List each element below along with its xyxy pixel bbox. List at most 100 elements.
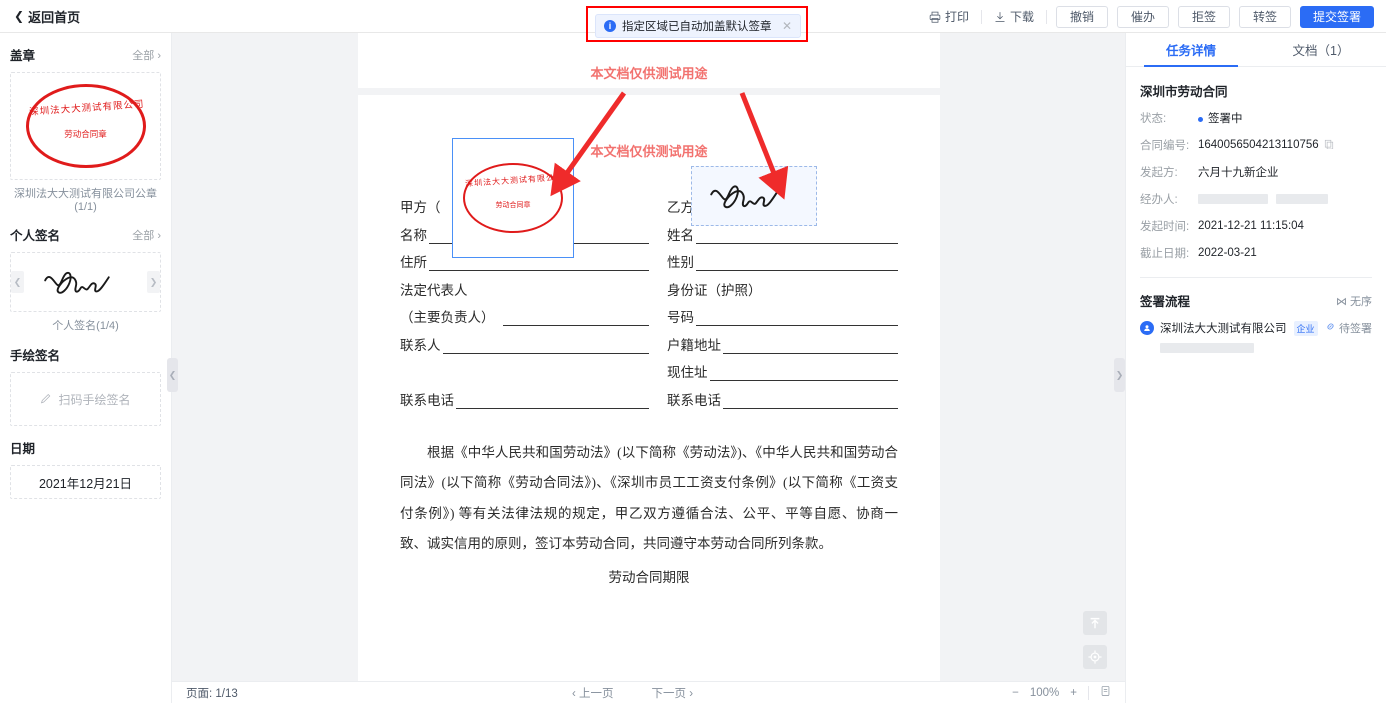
collapse-sidebar-handle[interactable]: ❮ xyxy=(167,358,178,392)
personal-signature-card[interactable]: ❮ ❯ xyxy=(10,252,161,312)
page-navigation: ‹ 上一页 下一页 › xyxy=(572,685,693,701)
link-glyph xyxy=(1326,323,1334,330)
chevron-left-icon: ❮ xyxy=(14,9,25,23)
document-page: 本文档仅供测试用途 甲方（ 深圳法大大测试有限公司 劳动合同章 名称 住所 法定… xyxy=(358,95,940,681)
page-label: 页面: xyxy=(186,687,213,700)
back-to-home-button[interactable]: ❮ 返回首页 xyxy=(14,7,80,26)
field-party-a-phone: 联系电话 xyxy=(400,389,649,409)
revoke-button[interactable]: 撤销 xyxy=(1055,5,1108,28)
detail-key: 发起方: xyxy=(1140,167,1178,179)
detail-status: 状态: 签署中 xyxy=(1140,110,1386,126)
field-line xyxy=(696,230,898,244)
party-b-column: 乙方(员工) 姓名 性别 身份证（护照） xyxy=(649,166,898,416)
collapse-right-panel-handle[interactable]: ❯ xyxy=(1114,358,1125,392)
detail-key: 经办人: xyxy=(1140,194,1178,206)
detail-deadline: 截止日期: 2022-03-21 xyxy=(1140,245,1386,261)
seal-view-all-label: 全部 xyxy=(132,49,155,62)
sign-flow-title: 签署流程 xyxy=(1140,295,1191,309)
tab-task-detail[interactable]: 任务详情 xyxy=(1126,33,1256,67)
seal-section-title: 盖章 xyxy=(10,49,36,63)
placed-handwritten-signature xyxy=(710,185,779,209)
next-page-label: 下一页 xyxy=(651,687,687,700)
contract-next-section-title: 劳动合同期限 xyxy=(608,569,690,585)
seal-view-all-link[interactable]: 全部 › xyxy=(132,47,161,63)
party-a-seal-slot[interactable]: 深圳法大大测试有限公司 劳动合同章 xyxy=(452,138,574,258)
field-party-a-legal-rep: 法定代表人 xyxy=(400,279,649,299)
print-button[interactable]: 打印 xyxy=(917,8,981,25)
sign-flow-order-toggle[interactable]: ⋈ 无序 xyxy=(1336,293,1372,309)
detail-contract-number: 合同编号: 1640056504213110756 xyxy=(1140,137,1386,153)
field-label: 性别 xyxy=(667,255,694,270)
close-icon[interactable]: ✕ xyxy=(782,19,792,33)
zoom-in-button[interactable]: + xyxy=(1070,687,1077,699)
signature-sidebar: 盖章 全部 › 深圳法大大测试有限公司 劳动合同章 深圳法大大测试有限公司公章(… xyxy=(0,33,172,703)
date-value: 2021年12月21日 xyxy=(38,476,133,491)
detail-initiator: 发起方: 六月十九新企业 xyxy=(1140,164,1386,180)
submit-sign-button[interactable]: 提交签署 xyxy=(1299,5,1374,28)
locate-signature-button[interactable] xyxy=(1083,645,1107,669)
download-button[interactable]: 下载 xyxy=(982,8,1046,25)
date-card[interactable]: 2021年12月21日 xyxy=(10,465,161,499)
placed-seal-ring-text: 深圳法大大测试有限公司 xyxy=(464,172,565,189)
copy-icon[interactable] xyxy=(1324,139,1334,152)
info-toast: i 指定区域已自动加盖默认签章 ✕ xyxy=(595,14,801,38)
seal-caption: 深圳法大大测试有限公司公章(1/1) xyxy=(14,188,157,213)
link-icon[interactable] xyxy=(1325,321,1336,335)
fit-page-icon xyxy=(1101,686,1110,696)
page-value: 1/13 xyxy=(215,687,238,700)
zoom-controls: − 100% + xyxy=(1012,685,1111,700)
participant-name: 深圳法大大测试有限公司 xyxy=(1160,323,1287,335)
field-line xyxy=(456,395,649,409)
status-text: 签署中 xyxy=(1208,113,1243,125)
next-page-button[interactable]: 下一页 › xyxy=(652,685,694,701)
field-line xyxy=(723,395,898,409)
status-dot-icon xyxy=(1198,117,1203,122)
contract-number-value: 1640056504213110756 xyxy=(1198,139,1319,151)
scan-hand-signature-card[interactable]: 扫码手绘签名 xyxy=(10,372,161,426)
reject-sign-button[interactable]: 拒签 xyxy=(1177,5,1230,28)
personal-signature-caption: 个人签名(1/4) xyxy=(52,320,119,332)
masked-value xyxy=(1160,343,1254,353)
date-section-header: 日期 xyxy=(10,438,161,457)
hand-signature-section-header: 手绘签名 xyxy=(10,345,161,364)
hand-signature-title: 手绘签名 xyxy=(10,349,61,363)
field-line xyxy=(696,312,898,326)
personal-signature-section-header: 个人签名 全部 › xyxy=(10,225,161,244)
scan-hand-signature-label: 扫码手绘签名 xyxy=(58,392,131,407)
field-line xyxy=(502,312,649,326)
seal-card[interactable]: 深圳法大大测试有限公司 劳动合同章 xyxy=(10,72,161,180)
page-indicator: 页面: 1/13 xyxy=(186,685,238,701)
contract-paragraph: 根据《中华人民共和国劳动法》(以下简称《劳动法》)、《中华人民共和国劳动合同法》… xyxy=(400,445,898,552)
urge-button[interactable]: 催办 xyxy=(1116,5,1169,28)
task-detail-panel: 任务详情 文档（1） 深圳市劳动合同 状态: 签署中 合同编号: 1640056… xyxy=(1125,33,1386,703)
field-label: 联系人 xyxy=(400,337,441,353)
field-line xyxy=(709,367,898,381)
party-a-column: 甲方（ 深圳法大大测试有限公司 劳动合同章 名称 住所 法定代表人 （主要负责人… xyxy=(400,138,649,416)
participant-masked-detail xyxy=(1160,342,1386,356)
handwritten-signature-image xyxy=(43,271,110,294)
zoom-level: 100% xyxy=(1029,686,1060,699)
document-viewer[interactable]: 本文档仅供测试用途 本文档仅供测试用途 甲方（ 深圳法大大测试有限公司 劳动合同… xyxy=(172,33,1125,703)
personal-signature-view-all-link[interactable]: 全部 › xyxy=(132,227,161,243)
party-b-signature-slot[interactable] xyxy=(691,166,817,226)
detail-key: 截止日期: xyxy=(1140,248,1190,260)
prev-page-button[interactable]: ‹ 上一页 xyxy=(572,685,614,701)
detail-key: 合同编号: xyxy=(1140,140,1190,152)
tab-documents[interactable]: 文档（1） xyxy=(1256,33,1386,66)
panel-divider xyxy=(1140,277,1372,278)
download-icon xyxy=(995,11,1005,22)
prev-signature-icon[interactable]: ❮ xyxy=(11,271,24,293)
next-signature-icon[interactable]: ❯ xyxy=(147,271,160,293)
arrow-up-icon xyxy=(1090,617,1100,629)
field-party-b-id-type: 身份证（护照） xyxy=(667,279,898,299)
company-seal-image: 深圳法大大测试有限公司 劳动合同章 xyxy=(25,84,146,168)
divider xyxy=(1088,685,1089,700)
zoom-out-button[interactable]: − xyxy=(1012,687,1019,699)
transfer-sign-button[interactable]: 转签 xyxy=(1238,5,1291,28)
field-label: 户籍地址 xyxy=(667,337,721,353)
seal-section-header: 盖章 全部 › xyxy=(10,45,161,64)
download-label: 下载 xyxy=(1009,10,1034,24)
scroll-to-top-button[interactable] xyxy=(1083,611,1107,635)
fit-page-button[interactable] xyxy=(1100,685,1111,700)
field-line xyxy=(723,340,898,354)
